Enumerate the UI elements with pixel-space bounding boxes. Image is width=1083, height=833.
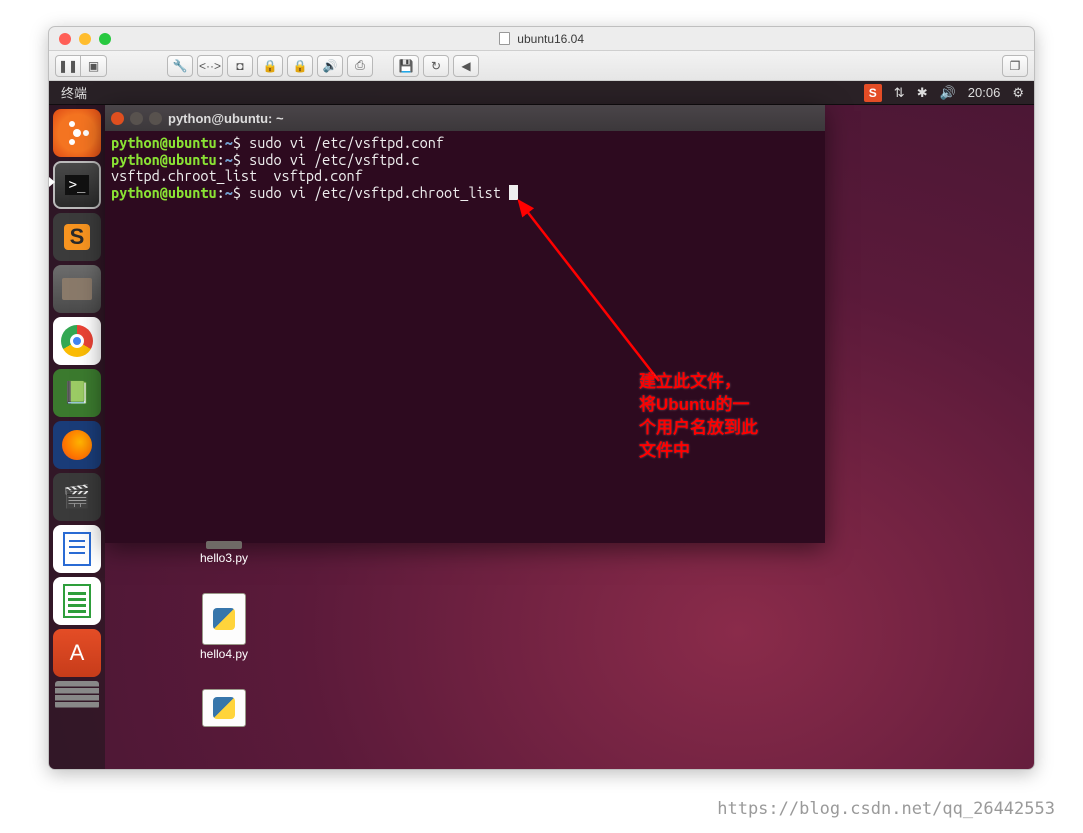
mac-vm-window: ubuntu16.04 ❚❚ ▣ 🔧 <··> ◘ 🔒 🔒 🔊 ⎙ 💾 ↻ ◀ … [48,26,1035,770]
prompt-sep: $ [233,134,241,151]
terminal-line-2: sudo vi /etc/vsftpd.c [249,151,420,168]
back-icon[interactable]: ◀ [453,55,479,77]
window-title: ubuntu16.04 [49,32,1034,46]
annotation-line: 个用户名放到此 [639,417,789,440]
terminal-window: python@ubuntu: ~ python@ubuntu:~$ sudo v… [105,105,825,543]
terminal-titlebar[interactable]: python@ubuntu: ~ [105,105,825,131]
network-icon[interactable]: <··> [197,55,223,77]
annotation-text: 建立此文件， 将Ubuntu的一 个用户名放到此 文件中 [639,371,789,463]
file-label: hello4.py [179,647,269,661]
video-launcher-icon[interactable]: 🎬 [53,473,101,521]
snapshot-button[interactable]: ▣ [81,55,107,77]
terminal-minimize-icon[interactable] [130,112,143,125]
python-file-icon [202,689,246,727]
window-title-text: ubuntu16.04 [517,32,584,46]
sublime-launcher-icon[interactable]: S [53,213,101,261]
desktop-icons: hello3.py hello4.py [179,541,269,755]
cycle-icon[interactable]: ↻ [423,55,449,77]
firefox-launcher-icon[interactable] [53,421,101,469]
watermark-text: https://blog.csdn.net/qq_26442553 [717,799,1055,819]
unity-launcher: >_ S 📗 🎬 A [49,105,105,769]
file-label: hello3.py [179,551,269,565]
terminal-line-1: sudo vi /etc/vsftpd.conf [249,134,444,151]
files-launcher-icon[interactable] [53,265,101,313]
terminal-line-3: vsftpd.chroot_list vsftpd.conf [111,167,363,184]
lock1-icon[interactable]: 🔒 [257,55,283,77]
pause-button[interactable]: ❚❚ [55,55,81,77]
sound-icon[interactable]: 🔊 [317,55,343,77]
writer-launcher-icon[interactable] [53,525,101,573]
annotation-line: 将Ubuntu的一 [639,394,789,417]
annotation-line: 建立此文件， [639,371,789,394]
clock[interactable]: 20:06 [968,85,1001,100]
ubuntu-menubar: 终端 S ⇅ ✱ 🔊 20:06 ⚙ [49,81,1034,105]
mac-titlebar[interactable]: ubuntu16.04 [49,27,1034,51]
desktop-file-hello4[interactable]: hello4.py [179,593,269,661]
ime-sogou-icon[interactable]: S [864,84,882,102]
floppy-icon[interactable]: 💾 [393,55,419,77]
terminal-line-4: sudo vi /etc/vsftpd.chroot_list [249,184,509,201]
settings-wrench-icon[interactable]: 🔧 [167,55,193,77]
annotation-line: 文件中 [639,440,789,463]
dash-icon[interactable] [53,109,101,157]
prompt-host: ubuntu [168,134,217,151]
bluetooth-icon[interactable]: ✱ [917,85,928,101]
document-icon [499,32,510,45]
file-edge-icon [206,541,242,549]
window-stack-icon[interactable] [55,681,99,709]
software-center-icon[interactable]: A [53,629,101,677]
disk-icon[interactable]: ◘ [227,55,253,77]
usb-icon[interactable]: ⎙ [347,55,373,77]
prompt-user: python [111,134,160,151]
books-launcher-icon[interactable]: 📗 [53,369,101,417]
python-file-icon [202,593,246,645]
system-gear-icon[interactable]: ⚙ [1012,85,1024,101]
mac-toolbar: ❚❚ ▣ 🔧 <··> ◘ 🔒 🔒 🔊 ⎙ 💾 ↻ ◀ ❐ [49,51,1034,81]
terminal-launcher-icon[interactable]: >_ [53,161,101,209]
lock2-icon[interactable]: 🔒 [287,55,313,77]
app-menu-title[interactable]: 终端 [55,83,93,102]
volume-icon[interactable]: 🔊 [940,85,956,101]
vm-screen: 终端 S ⇅ ✱ 🔊 20:06 ⚙ >_ S 📗 🎬 [49,81,1034,769]
terminal-title-text: python@ubuntu: ~ [168,111,284,126]
cursor [509,185,518,200]
chrome-launcher-icon[interactable] [53,317,101,365]
terminal-body[interactable]: python@ubuntu:~$ sudo vi /etc/vsftpd.con… [105,131,825,206]
terminal-maximize-icon[interactable] [149,112,162,125]
prompt-path: ~ [225,134,233,151]
running-indicator-icon [49,177,55,187]
calc-launcher-icon[interactable] [53,577,101,625]
desktop-file-hello3[interactable]: hello3.py [179,541,269,565]
windowed-mode-icon[interactable]: ❐ [1002,55,1028,77]
desktop-file-partial[interactable] [179,689,269,727]
terminal-close-icon[interactable] [111,112,124,125]
network-updown-icon[interactable]: ⇅ [894,85,905,101]
